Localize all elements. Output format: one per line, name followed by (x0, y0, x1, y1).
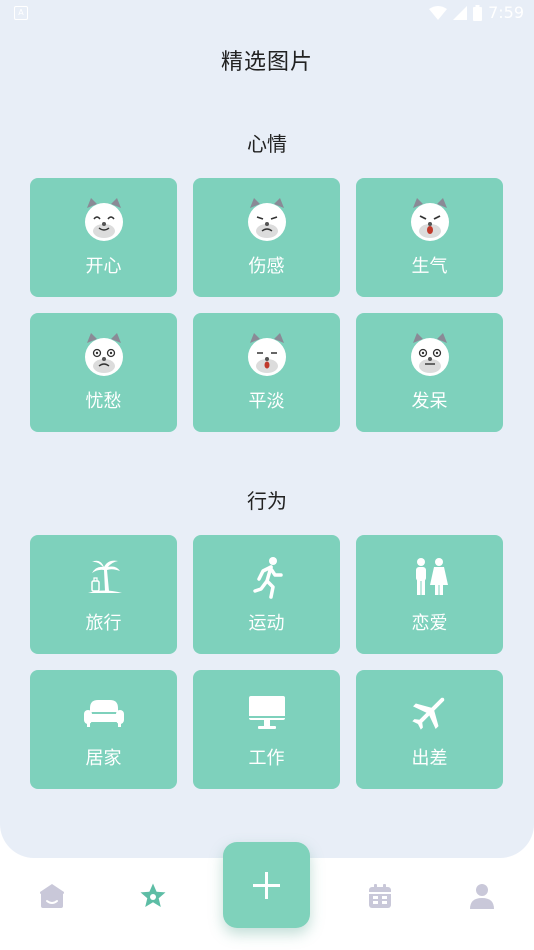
tile-label: 发呆 (411, 391, 448, 412)
tile-mood-calm[interactable]: 平淡 (193, 313, 340, 432)
add-button[interactable] (223, 842, 310, 928)
status-time: 7:59 (488, 3, 524, 22)
running-icon (252, 557, 283, 599)
tile-label: 忧愁 (85, 391, 122, 412)
tile-mood-angry[interactable]: 生气 (356, 178, 503, 297)
tile-label: 运动 (248, 613, 285, 634)
star-icon[interactable] (139, 882, 167, 910)
monitor-icon (248, 696, 285, 729)
section-title-behavior: 行为 (247, 489, 287, 513)
tile-mood-worried[interactable]: 忧愁 (30, 313, 177, 432)
tile-behavior-love[interactable]: 恋爱 (356, 535, 503, 654)
tile-label: 工作 (248, 748, 285, 769)
tile-label: 开心 (85, 256, 122, 277)
calendar-icon[interactable] (366, 882, 394, 910)
cat-happy-icon (84, 198, 123, 241)
user-icon[interactable] (468, 882, 496, 910)
section-title-mood: 心情 (247, 132, 287, 156)
cat-daze-icon (410, 333, 449, 376)
tile-behavior-home[interactable]: 居家 (30, 670, 177, 789)
couple-icon (415, 558, 448, 595)
tile-label: 居家 (85, 748, 122, 769)
battery-icon (473, 4, 483, 21)
status-bar: A 7:59 (0, 0, 534, 28)
add-icon (253, 872, 280, 899)
tile-label: 旅行 (85, 613, 122, 634)
home-icon[interactable] (38, 882, 66, 910)
tile-label: 伤感 (248, 256, 285, 277)
tile-behavior-travel[interactable]: 旅行 (30, 535, 177, 654)
cat-angry-icon (410, 198, 449, 241)
sofa-icon (83, 700, 124, 727)
tile-behavior-trip[interactable]: 出差 (356, 670, 503, 789)
tile-mood-happy[interactable]: 开心 (30, 178, 177, 297)
cat-sad-icon (247, 198, 286, 241)
page-title: 精选图片 (220, 50, 313, 75)
airplane-icon (411, 697, 444, 730)
tile-mood-sad[interactable]: 伤感 (193, 178, 340, 297)
palm-tree-icon (87, 560, 122, 593)
notification-icon: A (14, 6, 28, 20)
tile-label: 平淡 (248, 391, 285, 412)
tile-label: 出差 (411, 748, 448, 769)
wifi-icon (429, 5, 448, 20)
cat-worried-icon (84, 333, 123, 376)
tile-behavior-sport[interactable]: 运动 (193, 535, 340, 654)
tile-mood-daze[interactable]: 发呆 (356, 313, 503, 432)
tile-behavior-work[interactable]: 工作 (193, 670, 340, 789)
tile-label: 生气 (411, 256, 448, 277)
signal-icon (453, 5, 468, 20)
tile-label: 恋爱 (411, 613, 448, 634)
cat-calm-icon (247, 333, 286, 376)
